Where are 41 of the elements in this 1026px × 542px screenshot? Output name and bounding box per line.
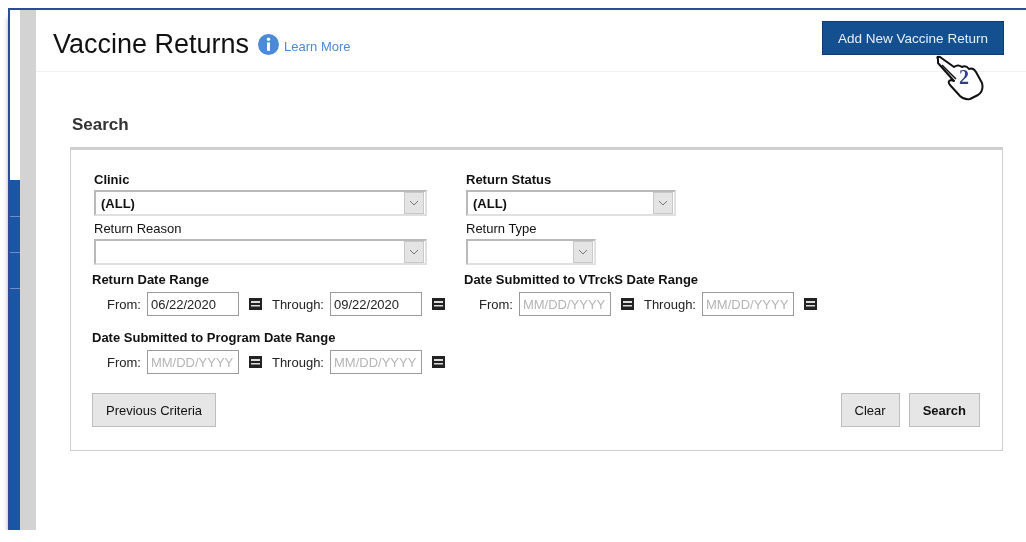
field-label: Through: bbox=[271, 296, 324, 312]
previous-criteria-button[interactable]: Previous Criteria bbox=[92, 393, 217, 427]
calendar-icon[interactable] bbox=[432, 298, 445, 310]
field-label: Date Submitted to Program Date Range bbox=[92, 329, 337, 346]
field-label: From: bbox=[479, 296, 513, 312]
field-label: Through: bbox=[643, 296, 696, 312]
date-field[interactable]: 09/22/2020 bbox=[330, 292, 422, 316]
calendar-icon[interactable] bbox=[248, 356, 262, 368]
dropdown[interactable]: (ALL) bbox=[466, 190, 676, 216]
field-label: Return Status bbox=[466, 171, 553, 188]
calendar-icon[interactable] bbox=[432, 356, 445, 368]
date-field[interactable]: MM/DD/YYYY bbox=[518, 292, 611, 316]
date-field[interactable]: MM/DD/YYYY bbox=[330, 350, 422, 374]
calendar-icon[interactable] bbox=[248, 298, 262, 310]
date-field[interactable]: MM/DD/YYYY bbox=[702, 292, 794, 316]
field-label: From: bbox=[107, 296, 141, 312]
date-field[interactable]: 06/22/2020 bbox=[146, 292, 239, 316]
caret-icon bbox=[573, 241, 593, 263]
add-vaccine-return-button[interactable]: Add New Vaccine Return bbox=[822, 21, 1004, 55]
pointing-hand-icon bbox=[934, 55, 986, 101]
field-label: Return Type bbox=[466, 220, 538, 237]
field-label: Return Date Range bbox=[92, 271, 211, 288]
date-field[interactable]: MM/DD/YYYY bbox=[146, 350, 239, 374]
field-label: Date Submitted to VTrckS Date Range bbox=[464, 271, 700, 288]
field-label: From: bbox=[107, 354, 141, 370]
page-title: Vaccine Returns bbox=[53, 28, 250, 60]
field-label: Return Reason bbox=[94, 220, 183, 237]
caret-icon bbox=[404, 241, 424, 263]
search-button[interactable]: Search bbox=[908, 393, 980, 427]
caret-icon bbox=[653, 192, 673, 214]
step-number: 2 bbox=[959, 67, 969, 87]
field-label: Clinic bbox=[94, 171, 131, 188]
dropdown[interactable]: (ALL) bbox=[94, 190, 427, 216]
info-icon[interactable] bbox=[258, 34, 280, 55]
learn-more-link[interactable]: Learn More bbox=[284, 39, 351, 54]
section-title: Search bbox=[72, 115, 130, 135]
caret-icon bbox=[404, 192, 424, 214]
calendar-icon[interactable] bbox=[620, 298, 634, 310]
field-label: Through: bbox=[271, 354, 324, 370]
clear-button[interactable]: Clear bbox=[840, 393, 900, 427]
calendar-icon[interactable] bbox=[804, 298, 817, 310]
